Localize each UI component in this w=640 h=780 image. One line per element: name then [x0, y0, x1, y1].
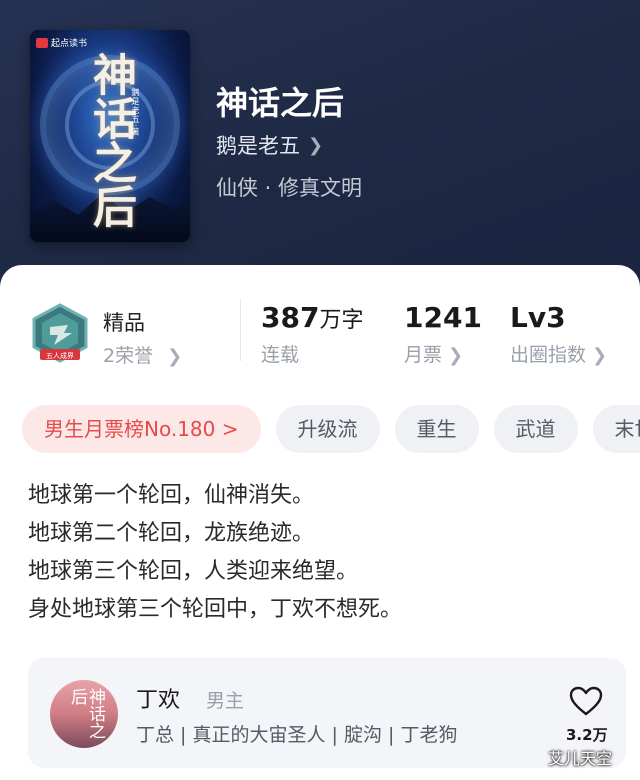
- like-count: 3.2万: [566, 726, 608, 744]
- character-avatar: 神话之后: [50, 680, 118, 748]
- monthly-tickets-value: 1241: [404, 301, 482, 334]
- honors-link[interactable]: 2荣誉 ❯: [103, 341, 182, 368]
- tag-chip[interactable]: 末世: [592, 405, 640, 453]
- ranking-tag[interactable]: 男生月票榜No.180 >: [22, 405, 261, 453]
- cover-publisher-label: 起点读书: [51, 39, 88, 49]
- chevron-right-icon: ❯: [448, 345, 464, 366]
- character-role: 男主: [206, 690, 245, 712]
- book-genre: 仙侠 · 修真文明: [216, 176, 363, 200]
- popularity-level-stat[interactable]: Lv3 出圈指数 ❯: [510, 301, 607, 367]
- character-name: 丁欢: [136, 688, 181, 713]
- monthly-tickets-label: 月票: [404, 344, 443, 366]
- serial-status: 连载: [261, 344, 300, 366]
- publisher-logo-icon: [36, 37, 48, 48]
- heart-icon[interactable]: [569, 686, 603, 716]
- honors-count: 2荣誉: [103, 345, 154, 367]
- word-count-value: 387: [261, 301, 320, 334]
- tag-list: 男生月票榜No.180 > 升级流重生武道末世: [22, 405, 640, 455]
- tag-chip[interactable]: 重生: [394, 405, 479, 453]
- cover-author-art: 鹅是老五·著: [131, 88, 140, 137]
- quality-badge-icon: 五人成界: [32, 303, 88, 363]
- author-link[interactable]: 鹅是老五 ❯: [216, 130, 323, 160]
- synopsis-line: 地球第二个轮回，龙族绝迹。: [28, 521, 315, 546]
- quality-label: 精品: [103, 311, 145, 335]
- watermark: 艾儿天空: [548, 749, 613, 768]
- chevron-right-icon: ❯: [592, 345, 608, 366]
- monthly-tickets-stat[interactable]: 1241 月票 ❯: [404, 301, 482, 367]
- word-count-unit: 万字: [319, 308, 364, 333]
- tag-chip[interactable]: 武道: [493, 405, 578, 453]
- chevron-right-icon: ❯: [167, 346, 183, 367]
- book-title: 神话之后: [216, 84, 345, 122]
- popularity-level-label: 出圈指数: [510, 344, 587, 366]
- synopsis-line: 地球第一个轮回，仙神消失。: [28, 483, 315, 508]
- cover-title-art: 神话之后: [85, 52, 136, 228]
- character-card[interactable]: 神话之后 丁欢 男主 丁总 | 真正的大宙圣人 | 腚沟 | 丁老狗 3.2万: [28, 658, 626, 768]
- book-info-card: 五人成界 精品 2荣誉 ❯ 387万字 连载 1241 月票 ❯ Lv3 出圈指数…: [0, 265, 640, 780]
- stats-divider: [240, 299, 241, 361]
- synopsis-line: 地球第三个轮回，人类迎来绝望。: [28, 559, 359, 584]
- book-cover[interactable]: 起点读书 神话之后 鹅是老五·著: [30, 30, 190, 242]
- popularity-level-value: Lv3: [510, 301, 566, 334]
- book-header: 起点读书 神话之后 鹅是老五·著 神话之后 鹅是老五 ❯ 仙侠 · 修真文明: [0, 0, 640, 300]
- word-count-stat: 387万字 连载: [261, 301, 363, 367]
- author-name: 鹅是老五: [216, 134, 300, 158]
- cover-publisher: 起点读书: [36, 36, 87, 49]
- character-aliases: 丁总 | 真正的大宙圣人 | 腚沟 | 丁老狗: [136, 724, 458, 746]
- chevron-right-icon: ❯: [308, 134, 324, 156]
- svg-text:五人成界: 五人成界: [46, 351, 74, 360]
- synopsis-line: 身处地球第三个轮回中，丁欢不想死。: [28, 597, 403, 622]
- tag-chip[interactable]: 升级流: [275, 405, 380, 453]
- book-synopsis[interactable]: 地球第一个轮回，仙神消失。 地球第二个轮回，龙族绝迹。 地球第三个轮回，人类迎来…: [28, 477, 402, 629]
- avatar-art-text: 神话之后: [67, 688, 105, 739]
